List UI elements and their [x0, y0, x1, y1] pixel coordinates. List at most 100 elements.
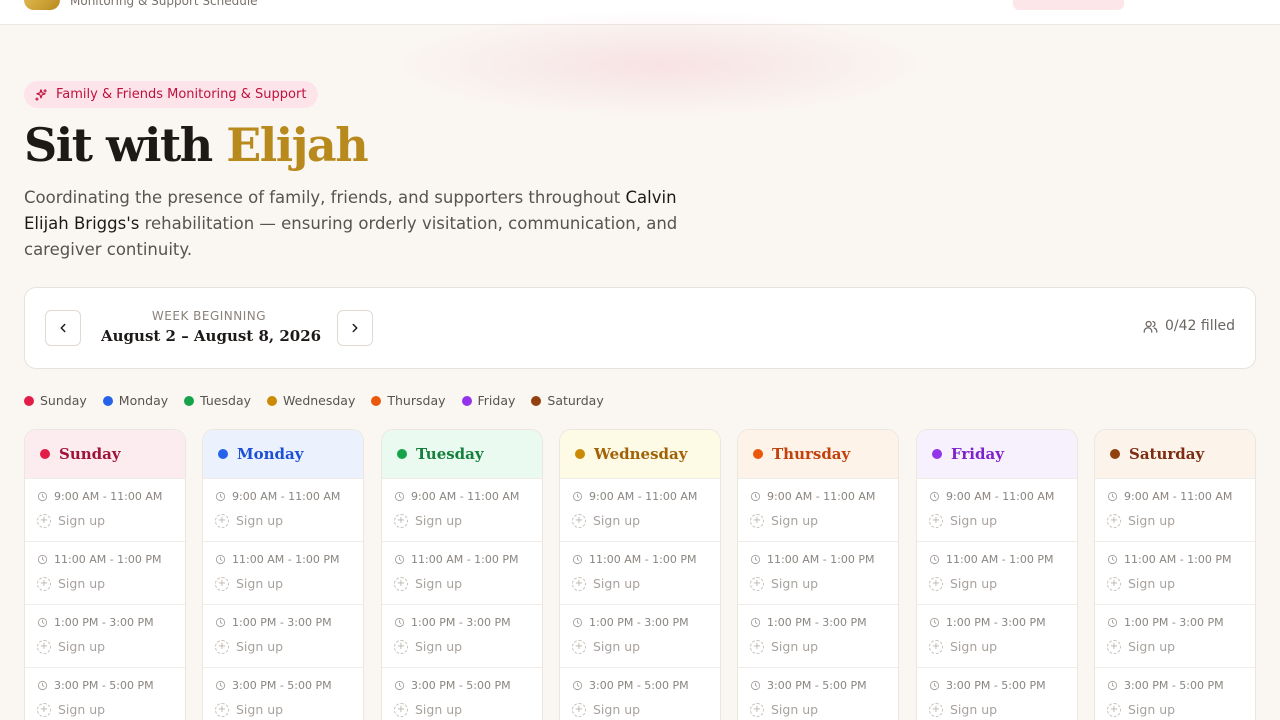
sign-up-button[interactable]: + Sign up: [750, 576, 818, 591]
sign-up-button[interactable]: + Sign up: [1107, 576, 1175, 591]
sign-up-label: Sign up: [58, 639, 106, 654]
sign-up-button[interactable]: + Sign up: [929, 639, 997, 654]
plus-circle-icon: +: [37, 513, 51, 528]
sign-up-button[interactable]: + Sign up: [1107, 639, 1175, 654]
sign-up-label: Sign up: [593, 702, 641, 717]
time-slot: 9:00 AM - 11:00 AM + Sign up: [382, 479, 542, 542]
sign-up-button[interactable]: + Sign up: [572, 576, 640, 591]
slot-time: 1:00 PM - 3:00 PM: [750, 616, 867, 629]
clock-icon: [1107, 491, 1118, 502]
slot-time-label: 3:00 PM - 5:00 PM: [411, 679, 511, 692]
title-accent: Elijah: [226, 118, 368, 172]
previous-week-button[interactable]: [45, 310, 81, 346]
sign-up-button[interactable]: + Sign up: [394, 576, 462, 591]
sign-up-button[interactable]: + Sign up: [572, 702, 640, 717]
time-slot: 11:00 AM - 1:00 PM + Sign up: [1095, 542, 1255, 605]
chevron-right-icon: [352, 323, 358, 333]
sign-up-button[interactable]: + Sign up: [750, 702, 818, 717]
legend-label: Friday: [477, 393, 516, 408]
clock-icon: [37, 491, 48, 502]
clock-icon: [750, 680, 761, 691]
app-subtitle: Monitoring & Support Schedule: [70, 0, 258, 8]
sign-up-button[interactable]: + Sign up: [394, 702, 462, 717]
plus-circle-icon: +: [394, 576, 408, 591]
time-slot: 9:00 AM - 11:00 AM + Sign up: [917, 479, 1077, 542]
sign-up-label: Sign up: [58, 513, 106, 528]
day-columns: Sunday 9:00 AM - 11:00 AM + Sign up 11:00 AM…: [24, 429, 1256, 720]
sign-up-button[interactable]: + Sign up: [394, 639, 462, 654]
slot-time-label: 11:00 AM - 1:00 PM: [946, 553, 1054, 566]
day-header: Monday: [203, 430, 363, 479]
time-slot: 11:00 AM - 1:00 PM + Sign up: [917, 542, 1077, 605]
sign-up-label: Sign up: [236, 576, 284, 591]
sign-up-button[interactable]: + Sign up: [215, 702, 283, 717]
sign-up-button[interactable]: + Sign up: [750, 513, 818, 528]
slot-time-label: 9:00 AM - 11:00 AM: [767, 490, 876, 503]
sign-up-button[interactable]: + Sign up: [1107, 702, 1175, 717]
slot-time: 9:00 AM - 11:00 AM: [215, 490, 340, 503]
sign-up-button[interactable]: + Sign up: [37, 702, 105, 717]
day-name: Tuesday: [416, 445, 484, 463]
clock-icon: [215, 617, 226, 628]
slot-time: 9:00 AM - 11:00 AM: [37, 490, 162, 503]
legend-label: Monday: [118, 393, 169, 408]
next-week-button[interactable]: [337, 310, 373, 346]
time-slot: 3:00 PM - 5:00 PM + Sign up: [25, 668, 185, 720]
sign-up-button[interactable]: + Sign up: [929, 576, 997, 591]
sign-up-button[interactable]: + Sign up: [37, 639, 105, 654]
slot-time-label: 3:00 PM - 5:00 PM: [232, 679, 332, 692]
plus-circle-icon: +: [215, 576, 229, 591]
sign-up-button[interactable]: + Sign up: [929, 513, 997, 528]
day-header: Wednesday: [560, 430, 720, 479]
sign-up-label: Sign up: [236, 702, 284, 717]
slot-time-label: 1:00 PM - 3:00 PM: [946, 616, 1046, 629]
time-slot: 1:00 PM - 3:00 PM + Sign up: [382, 605, 542, 668]
day-name: Saturday: [1129, 445, 1205, 463]
sign-up-label: Sign up: [771, 639, 819, 654]
slot-time: 3:00 PM - 5:00 PM: [37, 679, 154, 692]
sign-up-button[interactable]: + Sign up: [929, 702, 997, 717]
clock-icon: [572, 554, 583, 565]
day-column-wednesday: Wednesday 9:00 AM - 11:00 AM + Sign up 11:00…: [559, 429, 721, 720]
slot-time-label: 3:00 PM - 5:00 PM: [54, 679, 154, 692]
app-logo[interactable]: [24, 0, 60, 10]
sign-up-button[interactable]: + Sign up: [37, 513, 105, 528]
plus-circle-icon: +: [394, 639, 408, 654]
legend-label: Wednesday: [283, 393, 356, 408]
sign-up-button[interactable]: + Sign up: [37, 576, 105, 591]
plus-circle-icon: +: [215, 513, 229, 528]
top-action-button[interactable]: [1013, 0, 1124, 10]
sign-up-button[interactable]: + Sign up: [1107, 513, 1175, 528]
time-slot: 3:00 PM - 5:00 PM + Sign up: [1095, 668, 1255, 720]
sign-up-button[interactable]: + Sign up: [394, 513, 462, 528]
time-slot: 11:00 AM - 1:00 PM + Sign up: [738, 542, 898, 605]
legend-item-sunday: Sunday: [24, 393, 87, 408]
sign-up-button[interactable]: + Sign up: [572, 513, 640, 528]
slot-time-label: 11:00 AM - 1:00 PM: [54, 553, 162, 566]
sign-up-label: Sign up: [771, 513, 819, 528]
slot-time-label: 9:00 AM - 11:00 AM: [232, 490, 341, 503]
category-badge: Family & Friends Monitoring & Support: [24, 81, 319, 108]
slot-time: 11:00 AM - 1:00 PM: [394, 553, 519, 566]
sign-up-label: Sign up: [593, 639, 641, 654]
slot-time: 9:00 AM - 11:00 AM: [1107, 490, 1232, 503]
slot-time: 1:00 PM - 3:00 PM: [215, 616, 332, 629]
sign-up-label: Sign up: [950, 513, 998, 528]
time-slot: 11:00 AM - 1:00 PM + Sign up: [203, 542, 363, 605]
sign-up-button[interactable]: + Sign up: [215, 639, 283, 654]
plus-circle-icon: +: [1107, 639, 1121, 654]
sign-up-button[interactable]: + Sign up: [215, 513, 283, 528]
plus-circle-icon: +: [572, 513, 586, 528]
day-header: Thursday: [738, 430, 898, 479]
legend-dot-icon: [267, 395, 277, 406]
legend-item-monday: Monday: [102, 393, 169, 408]
plus-circle-icon: +: [572, 702, 586, 717]
plus-circle-icon: +: [37, 639, 51, 654]
legend-dot-icon: [184, 395, 195, 406]
slot-time-label: 9:00 AM - 11:00 AM: [411, 490, 520, 503]
sign-up-label: Sign up: [1128, 576, 1176, 591]
sign-up-button[interactable]: + Sign up: [215, 576, 283, 591]
sign-up-button[interactable]: + Sign up: [572, 639, 640, 654]
plus-circle-icon: +: [750, 576, 764, 591]
sign-up-button[interactable]: + Sign up: [750, 639, 818, 654]
